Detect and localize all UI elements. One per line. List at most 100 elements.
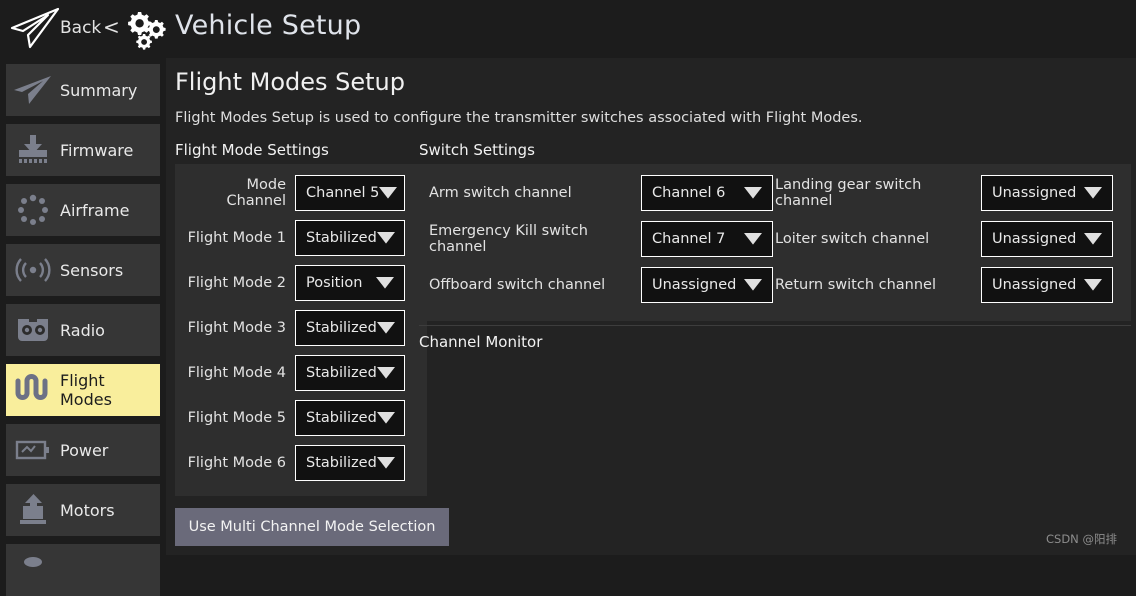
chevron-down-icon xyxy=(1084,233,1102,245)
sidebar-item-label: Motors xyxy=(60,500,115,520)
flight-mode-6-dropdown[interactable]: Stabilized xyxy=(295,445,405,481)
switch-settings-label: Switch Settings xyxy=(419,141,535,159)
chevron-down-icon xyxy=(376,412,395,424)
switch-row: Emergency Kill switch channel Channel 7 xyxy=(429,221,773,257)
emergency-kill-switch-channel-dropdown[interactable]: Channel 7 xyxy=(641,221,773,257)
dropdown-value: Unassigned xyxy=(992,231,1077,247)
channel-monitor-label: Channel Monitor xyxy=(419,333,543,351)
chevron-down-icon xyxy=(376,457,395,469)
sensors-waves-icon xyxy=(6,250,60,290)
page-description: Flight Modes Setup is used to configure … xyxy=(175,110,863,126)
loiter-switch-channel-dropdown[interactable]: Unassigned xyxy=(981,221,1113,257)
dropdown-value: Stabilized xyxy=(306,455,377,471)
use-multi-channel-mode-selection-button[interactable]: Use Multi Channel Mode Selection xyxy=(175,508,449,546)
chevron-down-icon xyxy=(744,233,762,245)
chevron-down-icon xyxy=(376,277,394,289)
chevron-down-icon xyxy=(376,367,395,379)
row-label: Flight Mode 2 xyxy=(187,275,286,291)
radio-controller-icon xyxy=(6,310,60,350)
battery-icon xyxy=(6,430,60,470)
sidebar-item-label: Firmware xyxy=(60,140,134,160)
sidebar-item-label: Radio xyxy=(60,320,105,340)
flight-mode-row: Flight Mode 4 Stabilized xyxy=(186,355,405,391)
dropdown-value: Channel 7 xyxy=(652,231,726,247)
firmware-download-icon xyxy=(6,130,60,170)
sidebar-item-airframe[interactable]: Airframe xyxy=(6,184,160,236)
sidebar-item-power[interactable]: Power xyxy=(6,424,160,476)
switch-row: Loiter switch channel Unassigned xyxy=(775,221,1113,257)
mode-channel-dropdown[interactable]: Channel 5 xyxy=(295,175,405,211)
app-header: Back < Vehicle Setup xyxy=(0,0,1136,58)
row-label: Offboard switch channel xyxy=(429,277,606,293)
row-label: Mode Channel xyxy=(226,177,286,209)
return-switch-channel-dropdown[interactable]: Unassigned xyxy=(981,267,1113,303)
chevron-down-icon xyxy=(379,187,398,199)
chevron-down-icon xyxy=(1084,279,1102,291)
dropdown-value: Unassigned xyxy=(992,185,1077,201)
chevron-down-icon xyxy=(376,322,395,334)
watermark-text: CSDN @阳排 xyxy=(1046,532,1117,546)
sidebar-item-summary[interactable]: Summary xyxy=(6,64,160,116)
flight-mode-2-dropdown[interactable]: Position xyxy=(295,265,405,301)
flight-mode-row: Flight Mode 3 Stabilized xyxy=(186,310,405,346)
partial-icon xyxy=(6,550,60,590)
sidebar-item-partial[interactable] xyxy=(6,544,160,596)
flight-mode-row: Flight Mode 6 Stabilized xyxy=(186,445,405,481)
dropdown-value: Unassigned xyxy=(992,277,1077,293)
row-label: Return switch channel xyxy=(775,277,937,293)
dropdown-value: Stabilized xyxy=(306,230,377,246)
chevron-down-icon xyxy=(376,232,395,244)
page-heading: Flight Modes Setup xyxy=(175,68,406,96)
flight-mode-3-dropdown[interactable]: Stabilized xyxy=(295,310,405,346)
sidebar-item-motors[interactable]: Motors xyxy=(6,484,160,536)
row-label: Flight Mode 3 xyxy=(187,320,286,336)
chevron-down-icon xyxy=(1084,187,1102,199)
gears-icon xyxy=(124,8,170,50)
flight-mode-settings-label: Flight Mode Settings xyxy=(175,141,329,159)
chevron-down-icon xyxy=(744,187,762,199)
row-label: Flight Mode 1 xyxy=(187,230,286,246)
sidebar-item-flight-modes[interactable]: Flight Modes xyxy=(6,364,160,416)
row-label: Flight Mode 6 xyxy=(187,455,286,471)
button-label: Use Multi Channel Mode Selection xyxy=(188,519,436,535)
row-label: Flight Mode 4 xyxy=(187,365,286,381)
dropdown-value: Channel 5 xyxy=(306,185,380,201)
back-button-label[interactable]: Back xyxy=(60,18,101,38)
switch-row: Return switch channel Unassigned xyxy=(775,267,1113,303)
dropdown-value: Position xyxy=(306,275,363,291)
dropdown-value: Stabilized xyxy=(306,365,377,381)
sidebar-item-sensors[interactable]: Sensors xyxy=(6,244,160,296)
flight-mode-row: Flight Mode 2 Position xyxy=(186,265,405,301)
flight-mode-settings-panel: Mode Channel Channel 5 Flight Mode 1 Sta… xyxy=(175,164,427,496)
switch-settings-panel: Arm switch channel Channel 6 Emergency K… xyxy=(419,164,1131,321)
sidebar-item-radio[interactable]: Radio xyxy=(6,304,160,356)
dropdown-value: Unassigned xyxy=(652,277,737,293)
sidebar-item-label: Flight Modes xyxy=(60,371,112,409)
motor-icon xyxy=(6,490,60,530)
sidebar-item-firmware[interactable]: Firmware xyxy=(6,124,160,176)
flight-mode-5-dropdown[interactable]: Stabilized xyxy=(295,400,405,436)
landing-gear-switch-channel-dropdown[interactable]: Unassigned xyxy=(981,175,1113,211)
sidebar-item-label: Sensors xyxy=(60,260,124,280)
sidebar-item-label: Airframe xyxy=(60,200,130,220)
row-label: Flight Mode 5 xyxy=(187,410,286,426)
switch-row: Arm switch channel Channel 6 xyxy=(429,175,773,211)
sidebar-item-label: Power xyxy=(60,440,109,460)
sidebar: Summary Firmware Airframe Sensors Radio … xyxy=(0,58,166,596)
chevron-down-icon xyxy=(744,279,762,291)
flight-modes-wave-icon xyxy=(6,370,60,410)
offboard-switch-channel-dropdown[interactable]: Unassigned xyxy=(641,267,773,303)
flight-mode-4-dropdown[interactable]: Stabilized xyxy=(295,355,405,391)
section-divider xyxy=(419,325,1131,326)
arm-switch-channel-dropdown[interactable]: Channel 6 xyxy=(641,175,773,211)
page-title: Vehicle Setup xyxy=(175,10,362,41)
row-label: Emergency Kill switch channel xyxy=(429,223,588,255)
paper-plane-icon xyxy=(6,70,60,110)
paper-plane-icon[interactable] xyxy=(8,6,62,52)
dropdown-value: Stabilized xyxy=(306,320,377,336)
flight-mode-1-dropdown[interactable]: Stabilized xyxy=(295,220,405,256)
back-chevron-icon[interactable]: < xyxy=(103,15,120,39)
switch-row: Offboard switch channel Unassigned xyxy=(429,267,773,303)
row-label: Landing gear switch channel xyxy=(775,177,922,209)
switch-row: Landing gear switch channel Unassigned xyxy=(775,175,1113,211)
